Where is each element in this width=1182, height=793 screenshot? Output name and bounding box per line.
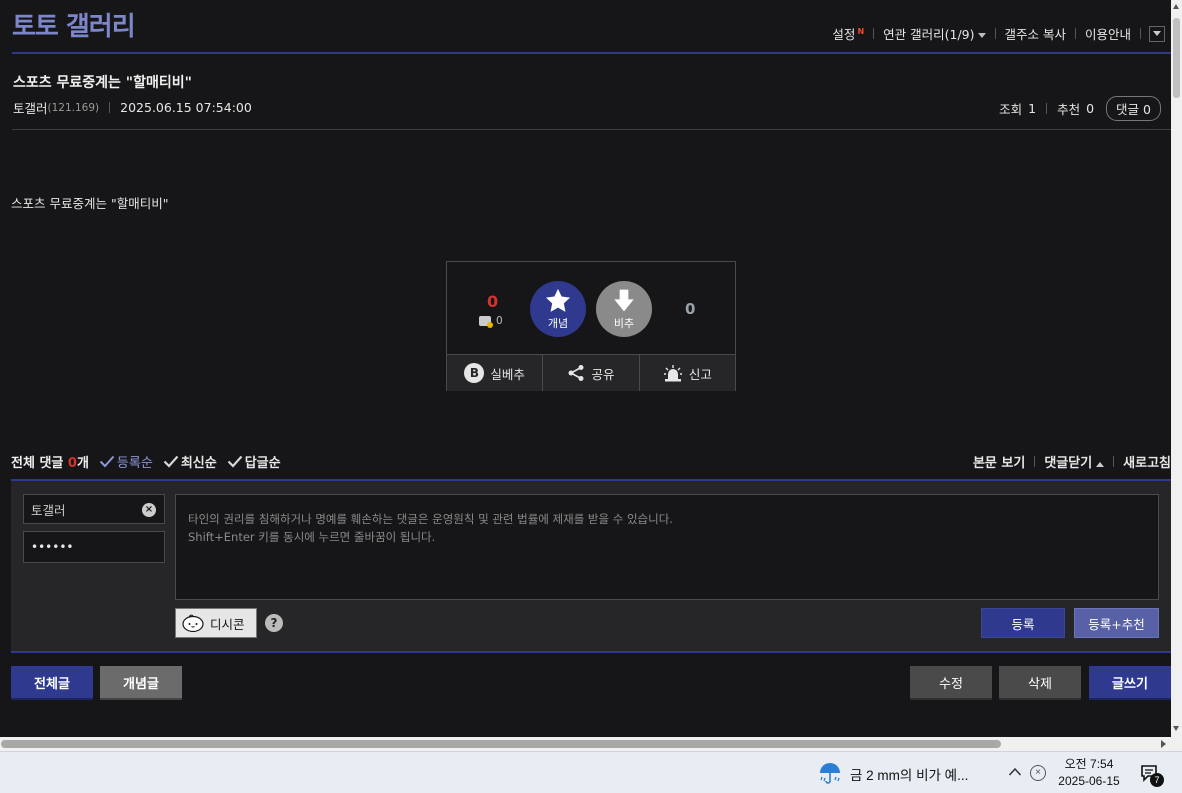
chevron-down-icon: [977, 33, 986, 38]
post-author-ip: (121.169): [47, 101, 100, 114]
check-icon: [227, 455, 243, 468]
new-badge: N: [857, 27, 865, 36]
comment-count-button[interactable]: 댓글 0: [1106, 96, 1161, 121]
comment-total: 전체 댓글 0개: [11, 456, 89, 471]
submit-comment-button[interactable]: 등록: [981, 608, 1065, 638]
divider: [1046, 103, 1048, 114]
concept-posts-button[interactable]: 개념글: [100, 666, 182, 700]
check-icon: [163, 455, 179, 468]
views-label: 조회: [999, 102, 1023, 117]
downvote-button[interactable]: 비추: [596, 281, 652, 337]
comment-bar: 전체 댓글 0개 등록순 최신순 답글순 본문 보기 댓글닫기 새로고침: [11, 452, 1171, 472]
comment-write-box: 토갤러 × •••••• 타인의 권리를 침해하거나 명예를 훼손하는 댓글은 …: [11, 481, 1171, 651]
divider: [1113, 456, 1115, 467]
gallery-title[interactable]: 토토 갤러리: [12, 6, 136, 43]
share-button[interactable]: 공유: [543, 355, 640, 391]
dccon-face-icon: [182, 614, 204, 632]
divider: [1140, 28, 1141, 39]
view-body-link[interactable]: 본문 보기: [973, 452, 1025, 471]
post-stats: 조회 1 추천 0 댓글 0: [999, 96, 1161, 121]
comment-textarea[interactable]: 타인의 권리를 침해하거나 명예를 훼손하는 댓글은 운영원칙 및 관련 법률에…: [175, 494, 1159, 600]
top-links: 설정 N 연관 갤러리(1/9) 갤주소 복사 이용안내: [823, 24, 1165, 43]
settings-link[interactable]: 설정 N: [823, 24, 873, 43]
arrow-down-icon: [614, 289, 634, 312]
all-posts-button[interactable]: 전체글: [11, 666, 93, 700]
report-button[interactable]: 신고: [640, 355, 735, 391]
related-gallery-link[interactable]: 연관 갤러리(1/9): [874, 24, 994, 43]
dccon-button[interactable]: 디시콘: [175, 608, 257, 638]
menu-toggle-button[interactable]: [1149, 25, 1165, 42]
sort-latest-button[interactable]: 최신순: [163, 452, 217, 471]
notification-badge: 7: [1150, 773, 1164, 787]
chevron-up-icon[interactable]: [1008, 766, 1022, 778]
comment-notice-line2: Shift+Enter 키를 동시에 누르면 줄바꿈이 됩니다.: [188, 530, 436, 544]
scroll-right-icon[interactable]: [1161, 740, 1166, 748]
write-button[interactable]: 글쓰기: [1089, 666, 1171, 700]
nickname-input[interactable]: 토갤러 ×: [23, 494, 165, 524]
scrollbar-corner: [1171, 737, 1182, 751]
check-icon: [99, 455, 115, 468]
close-comments-link[interactable]: 댓글닫기: [1044, 452, 1105, 471]
comment-bottom-divider: [11, 651, 1171, 653]
views-count: 1: [1028, 101, 1037, 116]
password-input[interactable]: ••••••: [23, 531, 165, 563]
edit-button[interactable]: 수정: [910, 666, 992, 700]
post-meta: 토갤러 (121.169) 2025.06.15 07:54:00: [13, 98, 252, 117]
guide-link[interactable]: 이용안내: [1076, 24, 1140, 43]
best-recommend-button[interactable]: B 실베추: [447, 355, 544, 391]
horizontal-scrollbar[interactable]: [0, 737, 1171, 751]
clock[interactable]: 오전 7:54 2025-06-15: [1053, 756, 1125, 790]
scroll-up-icon[interactable]: [1173, 4, 1179, 9]
delete-button[interactable]: 삭제: [999, 666, 1081, 700]
post-author[interactable]: 토갤러: [13, 98, 48, 117]
clear-icon[interactable]: ×: [142, 503, 156, 517]
divider: [109, 102, 111, 113]
recommend-count: 0: [1086, 101, 1095, 116]
post-body: 스포츠 무료중계는 "할매티비": [11, 196, 169, 211]
downvote-count: 0: [685, 300, 696, 318]
fixed-nick-icon: [479, 316, 493, 328]
share-icon: [568, 365, 584, 381]
header-divider: [12, 52, 1171, 54]
copy-address-link[interactable]: 갤주소 복사: [996, 24, 1075, 43]
upvote-count: 0: [487, 292, 499, 311]
comment-notice-line1: 타인의 권리를 침해하거나 명예를 훼손하는 댓글은 운영원칙 및 관련 법률에…: [188, 512, 673, 526]
siren-icon: [663, 365, 682, 382]
scroll-down-icon[interactable]: [1173, 726, 1179, 731]
gallery-page: 토토 갤러리 설정 N 연관 갤러리(1/9) 갤주소 복사 이용안내 스포츠 무…: [0, 0, 1171, 737]
clock-time: 오전 7:54: [1064, 757, 1114, 771]
submit-recommend-button[interactable]: 등록+추천: [1074, 608, 1159, 638]
scroll-thumb[interactable]: [1, 740, 1001, 748]
recommend-box: 0 0 개념 비추 0 B 실베추 공유 신고: [446, 261, 736, 391]
star-icon: [545, 288, 571, 312]
scroll-thumb[interactable]: [1173, 18, 1180, 98]
post-divider: [12, 129, 1171, 130]
taskbar: 금 2 mm의 비가 예... × 오전 7:54 2025-06-15 7: [0, 751, 1182, 793]
clock-date: 2025-06-15: [1058, 774, 1120, 788]
divider: [1034, 456, 1036, 467]
umbrella-icon: [820, 763, 840, 784]
post-datetime: 2025.06.15 07:54:00: [120, 100, 252, 115]
post-title: 스포츠 무료중계는 "할매티비": [13, 75, 192, 91]
best-icon: B: [464, 363, 485, 383]
refresh-link[interactable]: 새로고침: [1123, 452, 1171, 471]
sort-reply-button[interactable]: 답글순: [227, 452, 281, 471]
network-off-icon[interactable]: ×: [1030, 765, 1046, 781]
vertical-scrollbar[interactable]: [1171, 0, 1182, 737]
upvote-button[interactable]: 개념: [530, 281, 586, 337]
fixed-nick-recommend: 0: [479, 315, 503, 328]
sort-register-button[interactable]: 등록순: [99, 452, 153, 471]
weather-widget[interactable]: 금 2 mm의 비가 예...: [818, 762, 968, 786]
chevron-up-icon: [1096, 462, 1105, 467]
help-icon[interactable]: ?: [265, 614, 283, 632]
recommend-label: 추천: [1057, 102, 1081, 117]
chevron-down-icon: [1153, 31, 1161, 36]
